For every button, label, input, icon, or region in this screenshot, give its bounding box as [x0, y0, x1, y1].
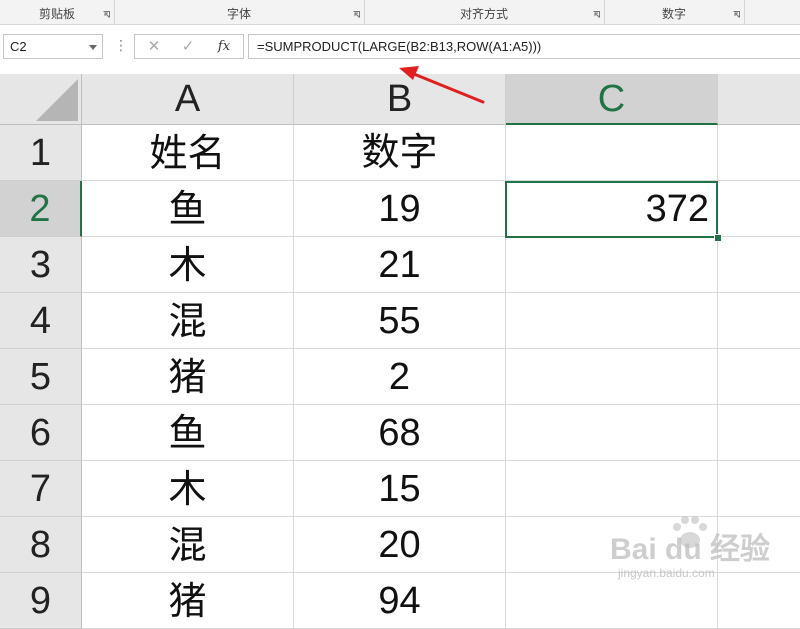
row-header-7[interactable]: 7 [0, 461, 82, 517]
cell-d6[interactable] [718, 405, 800, 461]
annotation-arrow-icon [399, 66, 485, 104]
cell-d4[interactable] [718, 293, 800, 349]
cell-d1[interactable] [718, 125, 800, 181]
cancel-icon[interactable]: ✕ [145, 38, 163, 56]
cell-b9[interactable]: 94 [294, 573, 506, 629]
ribbon-group-bar: 剪贴板 字体 对齐方式 数字 [0, 0, 800, 25]
watermark: Bai du 经验 jingyan.baidu.com [610, 510, 800, 600]
cell-b2[interactable]: 19 [294, 181, 506, 237]
cell-a8[interactable]: 混 [82, 517, 294, 573]
cell-b7[interactable]: 15 [294, 461, 506, 517]
ribbon-group-label: 剪贴板 [38, 7, 75, 21]
column-header-c[interactable]: C [506, 74, 718, 125]
enter-icon[interactable]: ✓ [179, 38, 197, 56]
row-header-3[interactable]: 3 [0, 237, 82, 293]
select-all-triangle-icon [36, 79, 78, 121]
cell-a7[interactable]: 木 [82, 461, 294, 517]
ribbon-group-label: 数字 [661, 7, 686, 21]
cell-a3[interactable]: 木 [82, 237, 294, 293]
insert-function-icon[interactable]: fx [215, 38, 233, 56]
column-header-a[interactable]: A [82, 74, 294, 125]
row-header-5[interactable]: 5 [0, 349, 82, 405]
cell-c2[interactable]: 372 [506, 181, 718, 237]
ribbon-group-label: 对齐方式 [459, 7, 508, 21]
ribbon-group-font: 字体 [114, 0, 365, 24]
cell-c5[interactable] [506, 349, 718, 405]
cell-c6[interactable] [506, 405, 718, 461]
ribbon-group-label: 字体 [226, 7, 251, 21]
cell-a6[interactable]: 鱼 [82, 405, 294, 461]
cell-c4[interactable] [506, 293, 718, 349]
dialog-launcher-icon[interactable] [733, 11, 740, 18]
cell-d5[interactable] [718, 349, 800, 405]
row-header-4[interactable]: 4 [0, 293, 82, 349]
cell-c1[interactable] [506, 125, 718, 181]
row-header-8[interactable]: 8 [0, 517, 82, 573]
formula-bar-resize-handle[interactable]: ⋮ [114, 37, 128, 54]
cell-b3[interactable]: 21 [294, 237, 506, 293]
formula-buttons: ✕ ✓ fx [134, 34, 244, 59]
chevron-down-icon[interactable] [89, 45, 97, 50]
row-header-9[interactable]: 9 [0, 573, 82, 629]
column-header-d[interactable] [718, 74, 800, 125]
formula-input[interactable]: =SUMPRODUCT(LARGE(B2:B13,ROW(A1:A5))) [248, 34, 800, 59]
cell-b1[interactable]: 数字 [294, 125, 506, 181]
select-all-button[interactable] [0, 74, 82, 125]
cell-d3[interactable] [718, 237, 800, 293]
row-header-2[interactable]: 2 [0, 181, 82, 237]
row-header-1[interactable]: 1 [0, 125, 82, 181]
cell-b6[interactable]: 68 [294, 405, 506, 461]
formula-text: =SUMPRODUCT(LARGE(B2:B13,ROW(A1:A5))) [257, 39, 542, 54]
fill-handle[interactable] [714, 234, 722, 242]
cell-d7[interactable] [718, 461, 800, 517]
cell-b8[interactable]: 20 [294, 517, 506, 573]
cell-a2[interactable]: 鱼 [82, 181, 294, 237]
cell-a1[interactable]: 姓名 [82, 125, 294, 181]
row-header-6[interactable]: 6 [0, 405, 82, 461]
cell-b5[interactable]: 2 [294, 349, 506, 405]
cell-c3[interactable] [506, 237, 718, 293]
watermark-brand: Bai du 经验 [610, 533, 771, 566]
cell-c7[interactable] [506, 461, 718, 517]
ribbon-group-clipboard: 剪贴板 [0, 0, 115, 24]
cell-b4[interactable]: 55 [294, 293, 506, 349]
dialog-launcher-icon[interactable] [593, 11, 600, 18]
watermark-url: jingyan.baidu.com [618, 566, 715, 580]
dialog-launcher-icon[interactable] [103, 11, 110, 18]
cell-d2[interactable] [718, 181, 800, 237]
ribbon-group-number: 数字 [604, 0, 745, 24]
dialog-launcher-icon[interactable] [353, 11, 360, 18]
cell-a5[interactable]: 猪 [82, 349, 294, 405]
name-box[interactable]: C2 [3, 34, 103, 59]
cell-a4[interactable]: 混 [82, 293, 294, 349]
cell-a9[interactable]: 猪 [82, 573, 294, 629]
name-box-value: C2 [10, 39, 27, 54]
ribbon-group-alignment: 对齐方式 [364, 0, 605, 24]
